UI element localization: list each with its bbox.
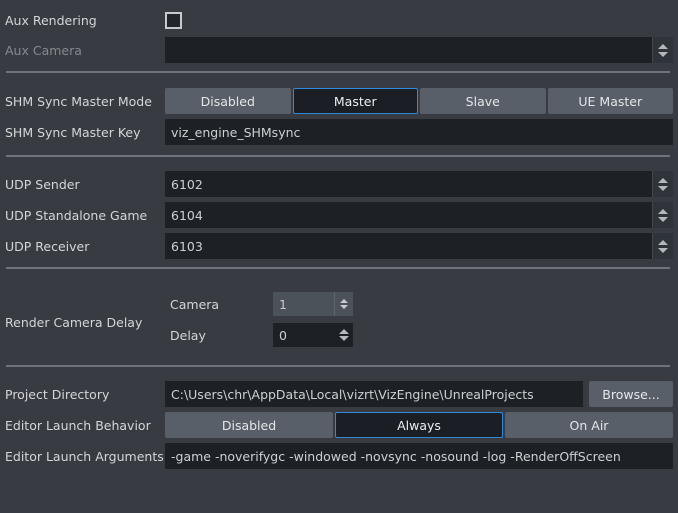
editor-launch-behavior-segmented: Disabled Always On Air — [165, 412, 673, 438]
udp-sender-control: 6102 — [165, 171, 678, 197]
row-udp-standalone-game: UDP Standalone Game 6104 — [0, 202, 678, 228]
chevron-down-icon[interactable] — [339, 336, 349, 341]
segment-editor-disabled[interactable]: Disabled — [165, 412, 333, 438]
aux-camera-spin-buttons[interactable] — [652, 37, 673, 63]
divider-1 — [6, 71, 670, 73]
aux-rendering-control — [165, 11, 678, 29]
aux-camera-spinbox[interactable] — [165, 37, 673, 63]
aux-rendering-checkbox[interactable] — [165, 11, 182, 29]
aux-camera-value[interactable] — [165, 37, 652, 63]
row-editor-launch-behavior: Editor Launch Behavior Disabled Always O… — [0, 412, 678, 438]
label-editor-launch-behavior: Editor Launch Behavior — [5, 417, 151, 433]
row-project-directory: Project Directory C:\Users\chr\AppData\L… — [0, 381, 678, 407]
udp-sender-spinbox[interactable]: 6102 — [165, 171, 673, 197]
segment-shm-ue-master[interactable]: UE Master — [547, 88, 673, 114]
chevron-up-icon[interactable] — [340, 299, 348, 303]
chevron-down-icon[interactable] — [658, 185, 668, 191]
row-editor-launch-arguments: Editor Launch Arguments -game -noverifyg… — [0, 443, 678, 469]
label-camera: Camera — [170, 296, 220, 312]
editor-launch-arguments-control: -game -noverifygc -windowed -novsync -no… — [165, 443, 678, 469]
divider-3 — [6, 267, 670, 269]
editor-launch-arguments-input[interactable]: -game -noverifygc -windowed -novsync -no… — [165, 443, 673, 469]
udp-standalone-game-spinbox[interactable]: 6104 — [165, 202, 673, 228]
chevron-down-icon[interactable] — [658, 247, 668, 253]
udp-standalone-game-spin-buttons[interactable] — [652, 202, 673, 228]
row-udp-sender: UDP Sender 6102 — [0, 171, 678, 197]
camera-spinbox[interactable]: 1 — [273, 292, 353, 316]
label-shm-sync-master-key: SHM Sync Master Key — [5, 124, 141, 140]
udp-receiver-spin-buttons[interactable] — [652, 233, 673, 259]
label-aux-rendering: Aux Rendering — [5, 12, 97, 28]
label-delay: Delay — [170, 327, 206, 343]
chevron-up-icon[interactable] — [339, 329, 349, 334]
chevron-up-icon[interactable] — [658, 43, 668, 49]
row-aux-camera: Aux Camera — [0, 37, 678, 63]
row-render-delay: Delay 0 — [0, 323, 678, 347]
segment-editor-always[interactable]: Always — [335, 412, 503, 438]
chevron-up-icon[interactable] — [658, 177, 668, 183]
shm-sync-master-key-input[interactable]: viz_engine_SHMsync — [165, 119, 673, 145]
label-project-directory: Project Directory — [5, 386, 110, 402]
delay-value[interactable]: 0 — [273, 323, 335, 347]
camera-spin-buttons[interactable] — [334, 292, 353, 316]
editor-launch-behavior-control: Disabled Always On Air — [165, 412, 678, 438]
divider-4 — [6, 365, 670, 367]
row-aux-rendering: Aux Rendering — [0, 7, 678, 33]
segment-shm-slave[interactable]: Slave — [420, 88, 546, 114]
udp-sender-value[interactable]: 6102 — [165, 171, 652, 197]
chevron-up-icon[interactable] — [658, 208, 668, 214]
label-udp-sender: UDP Sender — [5, 176, 80, 192]
udp-sender-spin-buttons[interactable] — [652, 171, 673, 197]
aux-camera-control — [165, 37, 678, 63]
label-udp-standalone-game: UDP Standalone Game — [5, 207, 148, 223]
udp-standalone-game-value[interactable]: 6104 — [165, 202, 652, 228]
project-directory-control: C:\Users\chr\AppData\Local\vizrt\VizEngi… — [165, 381, 678, 407]
shm-sync-master-key-control: viz_engine_SHMsync — [165, 119, 678, 145]
label-aux-camera: Aux Camera — [5, 42, 82, 58]
browse-button[interactable]: Browse... — [589, 381, 673, 407]
chevron-up-icon[interactable] — [658, 239, 668, 245]
segment-shm-master[interactable]: Master — [292, 88, 418, 114]
label-shm-sync-master-mode: SHM Sync Master Mode — [5, 93, 152, 109]
shm-sync-master-mode-segmented: Disabled Master Slave UE Master — [165, 88, 673, 114]
row-shm-sync-master-key: SHM Sync Master Key viz_engine_SHMsync — [0, 119, 678, 145]
project-directory-input[interactable]: C:\Users\chr\AppData\Local\vizrt\VizEngi… — [165, 381, 583, 407]
label-editor-launch-arguments: Editor Launch Arguments — [5, 448, 164, 464]
chevron-down-icon[interactable] — [340, 305, 348, 309]
label-udp-receiver: UDP Receiver — [5, 238, 90, 254]
row-render-camera: Camera 1 — [0, 292, 678, 316]
chevron-down-icon[interactable] — [658, 51, 668, 57]
udp-receiver-control: 6103 — [165, 233, 678, 259]
segment-shm-disabled[interactable]: Disabled — [165, 88, 291, 114]
unreal-engine-settings-panel: Aux Rendering Aux Camera SHM Sync Master… — [0, 0, 678, 513]
delay-spinbox[interactable]: 0 — [273, 323, 353, 347]
segment-editor-on-air[interactable]: On Air — [505, 412, 673, 438]
udp-standalone-game-control: 6104 — [165, 202, 678, 228]
delay-spin-buttons[interactable] — [335, 323, 353, 347]
udp-receiver-spinbox[interactable]: 6103 — [165, 233, 673, 259]
chevron-down-icon[interactable] — [658, 216, 668, 222]
camera-value[interactable]: 1 — [273, 292, 334, 316]
row-shm-sync-master-mode: SHM Sync Master Mode Disabled Master Sla… — [0, 88, 678, 114]
udp-receiver-value[interactable]: 6103 — [165, 233, 652, 259]
row-udp-receiver: UDP Receiver 6103 — [0, 233, 678, 259]
shm-sync-master-mode-control: Disabled Master Slave UE Master — [165, 88, 678, 114]
divider-2 — [6, 155, 670, 157]
